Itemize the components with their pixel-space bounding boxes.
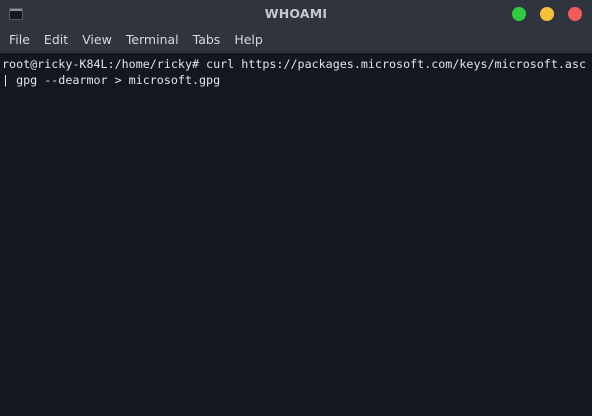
terminal-window: WHOAMI File Edit View Terminal Tabs Help… — [0, 0, 592, 416]
terminal-line: root@ricky-K84L:/home/ricky# curl https:… — [2, 57, 587, 71]
terminal-line: | gpg --dearmor > microsoft.gpg — [2, 73, 221, 87]
menu-terminal[interactable]: Terminal — [119, 28, 186, 52]
menu-bar: File Edit View Terminal Tabs Help — [0, 28, 592, 52]
terminal-output[interactable]: root@ricky-K84L:/home/ricky# curl https:… — [0, 53, 592, 416]
title-bar[interactable]: WHOAMI — [0, 0, 592, 28]
menu-tabs[interactable]: Tabs — [186, 28, 228, 52]
menu-view[interactable]: View — [75, 28, 119, 52]
maximize-button[interactable] — [512, 7, 526, 21]
menu-file[interactable]: File — [2, 28, 37, 52]
menu-edit[interactable]: Edit — [37, 28, 75, 52]
minimize-button[interactable] — [540, 7, 554, 21]
window-title: WHOAMI — [264, 6, 328, 21]
close-button[interactable] — [568, 7, 582, 21]
menu-help[interactable]: Help — [227, 28, 270, 52]
